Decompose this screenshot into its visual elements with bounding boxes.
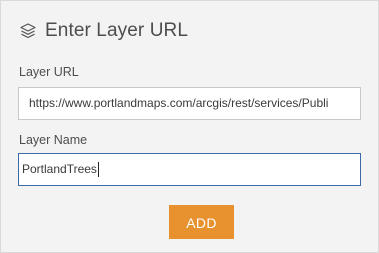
layer-name-label: Layer Name	[19, 133, 88, 147]
layer-url-value: https://www.portlandmaps.com/arcgis/rest…	[29, 96, 329, 110]
panel-header: Enter Layer URL	[19, 19, 188, 43]
layer-url-input[interactable]: https://www.portlandmaps.com/arcgis/rest…	[18, 87, 361, 120]
layer-name-input[interactable]: PortlandTrees	[18, 153, 361, 186]
layer-name-value: PortlandTrees	[22, 162, 97, 176]
enter-layer-url-panel: Enter Layer URL Layer URL https://www.po…	[0, 0, 379, 253]
panel-title: Enter Layer URL	[45, 20, 189, 41]
add-button[interactable]: ADD	[169, 205, 234, 239]
layer-url-label: Layer URL	[19, 65, 79, 79]
layers-icon	[19, 22, 37, 40]
layer-name-text-wrapper: PortlandTrees	[22, 154, 99, 185]
text-cursor	[97, 162, 99, 178]
